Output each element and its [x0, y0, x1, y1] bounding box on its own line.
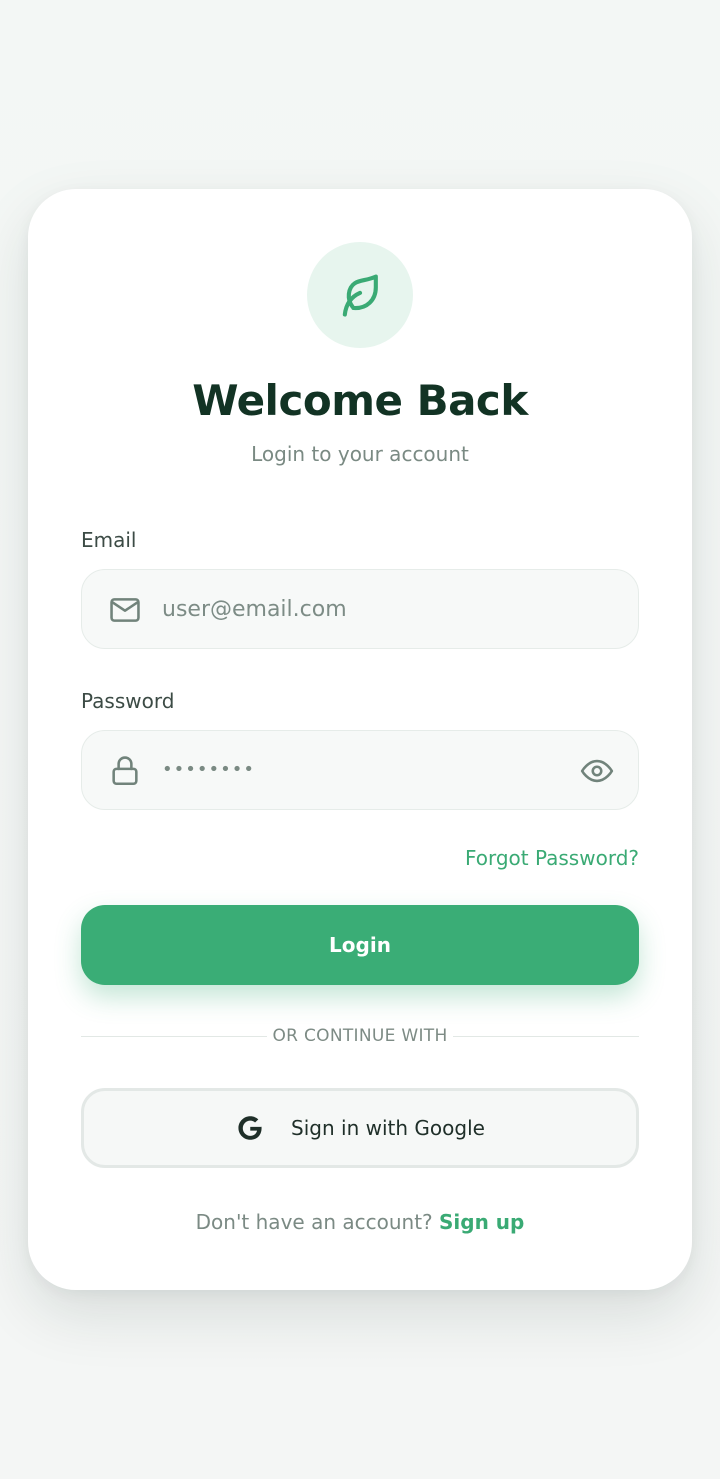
signup-link[interactable]: Sign up — [439, 1210, 524, 1234]
forgot-password-link[interactable]: Forgot Password? — [465, 845, 639, 871]
eye-icon[interactable] — [580, 754, 614, 788]
password-input[interactable]: •••••••• — [162, 731, 255, 809]
divider-line-right — [453, 1036, 639, 1037]
logo-badge — [307, 242, 413, 348]
login-card: Welcome Back Login to your account Email… — [28, 189, 692, 1290]
email-label: Email — [81, 528, 137, 552]
lock-icon — [112, 756, 138, 786]
signup-prompt-text: Don't have an account? — [195, 1210, 433, 1234]
google-icon — [238, 1116, 262, 1140]
page-title: Welcome Back — [192, 376, 528, 425]
google-signin-label: Sign in with Google — [291, 1116, 485, 1140]
password-field-container[interactable]: •••••••• — [81, 730, 639, 810]
google-signin-button[interactable]: Sign in with Google — [81, 1088, 639, 1168]
password-label: Password — [81, 689, 175, 713]
email-field-container[interactable] — [81, 569, 639, 649]
mail-icon — [110, 598, 140, 622]
email-input[interactable] — [162, 570, 562, 648]
signup-prompt: Don't have an account? Sign up — [28, 1208, 692, 1236]
login-button[interactable]: Login — [81, 905, 639, 985]
page-subtitle: Login to your account — [251, 442, 469, 466]
leaf-icon — [342, 274, 378, 317]
